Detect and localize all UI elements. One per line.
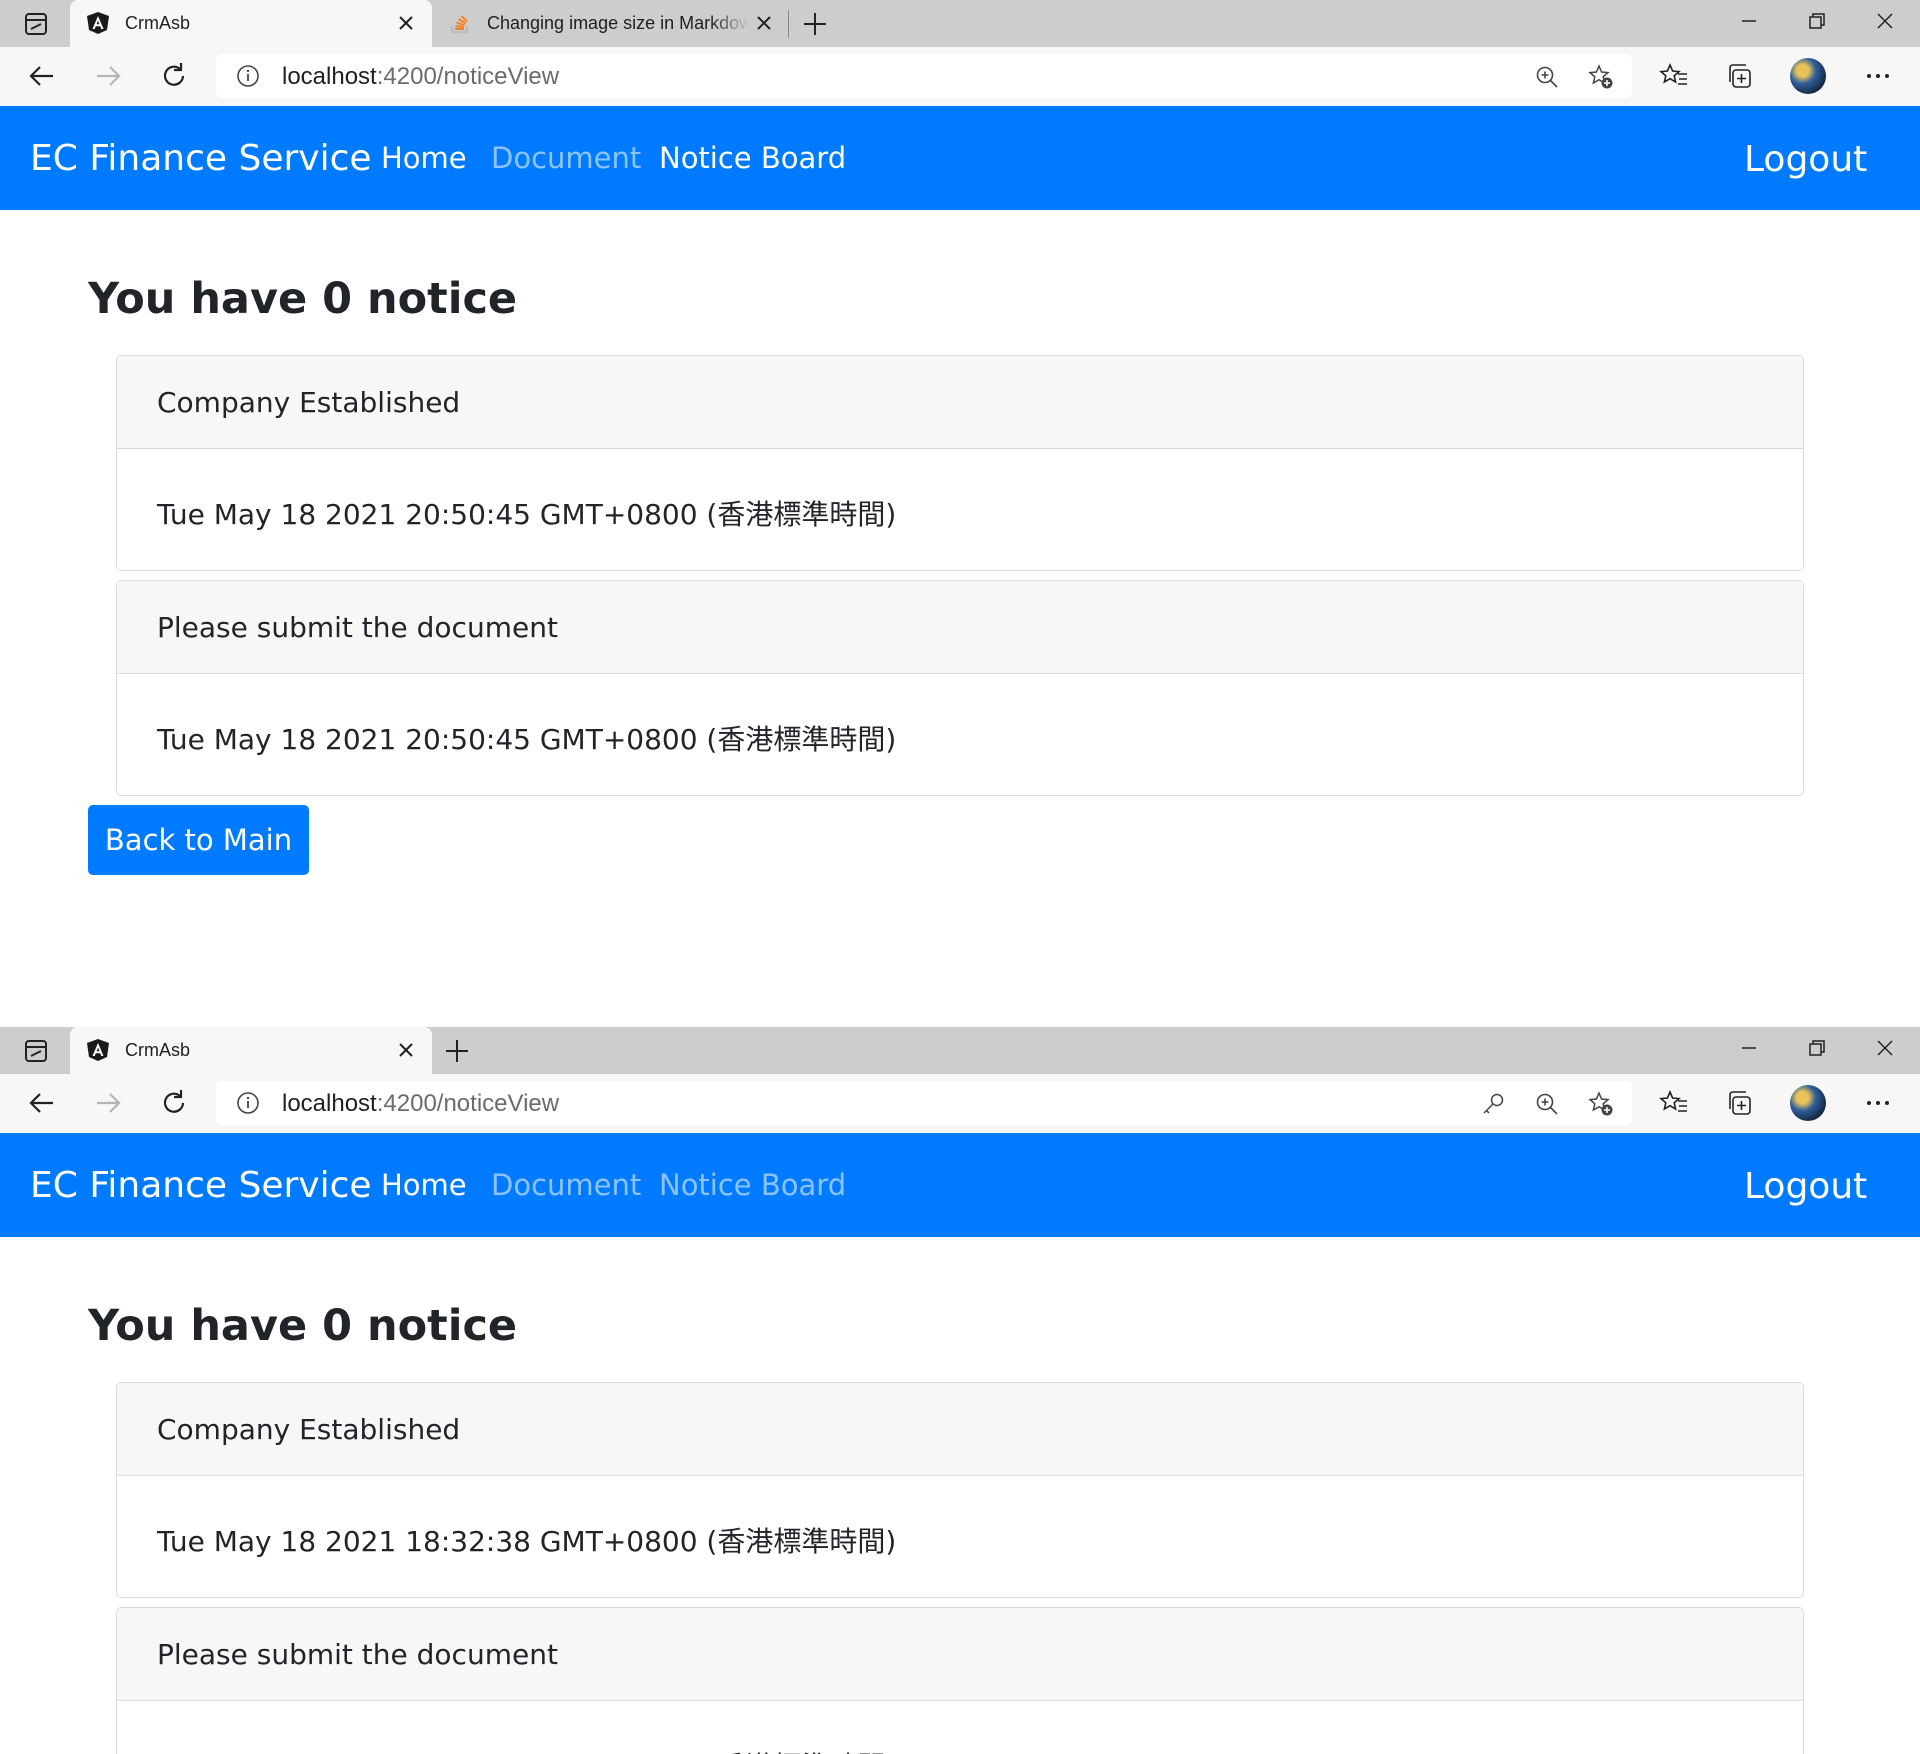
- collections-icon[interactable]: [1724, 1087, 1756, 1119]
- password-key-icon[interactable]: [1480, 1091, 1506, 1117]
- tab-separator: [788, 10, 789, 38]
- close-tab-icon[interactable]: [753, 12, 775, 34]
- close-window-icon[interactable]: [1874, 10, 1896, 32]
- forward-arrow-icon[interactable]: [92, 60, 124, 92]
- close-tab-icon[interactable]: [395, 12, 417, 34]
- tab-title: Changing image size in Markdow: [487, 13, 749, 33]
- url-text: localhost:4200/noticeView: [282, 63, 559, 91]
- notice-card: Please submit the document Tue May 18 20…: [116, 1607, 1804, 1754]
- profile-avatar[interactable]: [1790, 1085, 1826, 1121]
- restore-icon[interactable]: [1806, 1037, 1828, 1059]
- notice-card-header: Please submit the document: [117, 581, 1803, 674]
- url-path: :4200/noticeView: [376, 63, 560, 90]
- url-text: localhost:4200/noticeView: [282, 1090, 559, 1118]
- notice-card-header: Please submit the document: [117, 1608, 1803, 1701]
- app-navbar: EC Finance Service Home Document Notice …: [0, 1133, 1920, 1237]
- refresh-icon[interactable]: [158, 1087, 190, 1119]
- notice-date: Tue May 18 2021 18:32:38 GMT+0800 (香港標準時…: [157, 1525, 897, 1558]
- notice-card: Please submit the document Tue May 18 20…: [116, 580, 1804, 796]
- add-favorite-icon[interactable]: [1588, 1091, 1614, 1117]
- close-window-icon[interactable]: [1874, 1037, 1896, 1059]
- notice-date: Tue May 18 2021 20:50:45 GMT+0800 (香港標準時…: [157, 498, 897, 531]
- close-tab-icon[interactable]: [395, 1039, 417, 1061]
- more-options-icon[interactable]: [1862, 1087, 1894, 1119]
- angular-icon: [86, 1038, 110, 1062]
- zoom-icon[interactable]: [1534, 1091, 1560, 1117]
- url-host: localhost: [282, 63, 377, 90]
- url-host: localhost: [282, 1090, 377, 1117]
- notice-card: Company Established Tue May 18 2021 20:5…: [116, 355, 1804, 571]
- forward-arrow-icon[interactable]: [92, 1087, 124, 1119]
- tab-strip: CrmAsb: [0, 1027, 1920, 1074]
- notice-title: Company Established: [157, 386, 461, 419]
- browser-window-1: CrmAsb Changing image size in Markdow lo…: [0, 0, 1920, 1027]
- new-tab-icon[interactable]: [444, 1038, 470, 1064]
- app-navbar: EC Finance Service Home Document Notice …: [0, 106, 1920, 210]
- notice-card-header: Company Established: [117, 356, 1803, 449]
- nav-notice-board[interactable]: Notice Board: [659, 141, 846, 175]
- notice-card-header: Company Established: [117, 1383, 1803, 1476]
- minimize-icon[interactable]: [1738, 10, 1760, 32]
- logout-link[interactable]: Logout: [1744, 139, 1867, 180]
- nav-document[interactable]: Document: [491, 1168, 641, 1202]
- notice-card: Company Established Tue May 18 2021 18:3…: [116, 1382, 1804, 1598]
- angular-icon: [86, 11, 110, 35]
- back-to-main-button[interactable]: Back to Main: [88, 805, 309, 875]
- page-title: You have 0 notice: [88, 1301, 518, 1351]
- url-path: :4200/noticeView: [376, 1090, 560, 1117]
- tab-actions-icon[interactable]: [20, 10, 52, 38]
- notice-title: Please submit the document: [157, 1638, 558, 1671]
- tab-actions-icon[interactable]: [20, 1037, 52, 1065]
- logout-link[interactable]: Logout: [1744, 1166, 1867, 1207]
- add-favorite-icon[interactable]: [1588, 64, 1614, 90]
- nav-document[interactable]: Document: [491, 141, 641, 175]
- zoom-icon[interactable]: [1534, 64, 1560, 90]
- back-arrow-icon[interactable]: [26, 60, 58, 92]
- browser-toolbar: localhost:4200/noticeView: [0, 1074, 1920, 1134]
- tab-title: CrmAsb: [125, 1040, 191, 1060]
- new-tab-icon[interactable]: [802, 11, 828, 37]
- page-title: You have 0 notice: [88, 274, 518, 324]
- info-icon[interactable]: [236, 1091, 260, 1115]
- favorites-icon[interactable]: [1658, 60, 1690, 92]
- notice-title: Company Established: [157, 1413, 461, 1446]
- more-options-icon[interactable]: [1862, 60, 1894, 92]
- favorites-icon[interactable]: [1658, 1087, 1690, 1119]
- tab-crmasb[interactable]: CrmAsb: [70, 1027, 432, 1074]
- minimize-icon[interactable]: [1738, 1037, 1760, 1059]
- restore-icon[interactable]: [1806, 10, 1828, 32]
- tab-changing-image-size[interactable]: Changing image size in Markdow: [432, 0, 784, 47]
- address-bar[interactable]: localhost:4200/noticeView: [216, 1081, 1632, 1125]
- address-bar[interactable]: localhost:4200/noticeView: [216, 54, 1632, 98]
- brand-link[interactable]: EC Finance Service: [30, 1165, 372, 1206]
- nav-home[interactable]: Home: [381, 1168, 467, 1202]
- back-arrow-icon[interactable]: [26, 1087, 58, 1119]
- browser-window-2: CrmAsb localhost:4200/noticeView EC Fina…: [0, 1027, 1920, 1754]
- nav-notice-board[interactable]: Notice Board: [659, 1168, 846, 1202]
- tab-strip: CrmAsb Changing image size in Markdow: [0, 0, 1920, 47]
- profile-avatar[interactable]: [1790, 58, 1826, 94]
- brand-link[interactable]: EC Finance Service: [30, 138, 372, 179]
- info-icon[interactable]: [236, 64, 260, 88]
- notice-title: Please submit the document: [157, 611, 558, 644]
- collections-icon[interactable]: [1724, 60, 1756, 92]
- tab-crmasb[interactable]: CrmAsb: [70, 0, 432, 47]
- browser-toolbar: localhost:4200/noticeView: [0, 47, 1920, 107]
- stackoverflow-icon: [448, 11, 472, 35]
- notice-date: Tue May 18 2021 20:50:45 GMT+0800 (香港標準時…: [157, 723, 897, 756]
- tab-title: CrmAsb: [125, 13, 191, 33]
- notice-date: Tue May 18 2021 18:32:38 GMT+0800 (香港標準時…: [157, 1745, 896, 1754]
- refresh-icon[interactable]: [158, 60, 190, 92]
- nav-home[interactable]: Home: [381, 141, 467, 175]
